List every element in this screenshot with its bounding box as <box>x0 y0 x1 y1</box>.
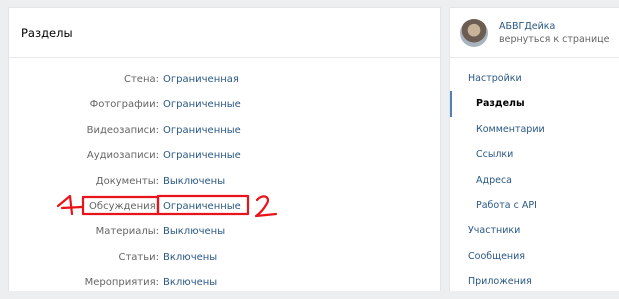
sidebar-item-label: Сообщения <box>468 250 526 262</box>
settings-rows: Стена: Ограниченная Фотографии: Ограниче… <box>9 70 440 299</box>
row-label: Мероприятия: <box>84 277 159 289</box>
wall-value-link[interactable]: Ограниченная <box>163 74 239 85</box>
sidebar-item-messages[interactable]: Сообщения <box>450 244 619 269</box>
row-events: Мероприятия: Включены <box>9 273 440 298</box>
row-label: Аудиозаписи: <box>86 150 159 162</box>
row-label: Стена: <box>124 74 159 85</box>
articles-value-link[interactable]: Включены <box>163 252 217 263</box>
sidebar-menu: Настройки Разделы Комментарии Ссылки Адр… <box>450 66 619 295</box>
row-audio: Аудиозаписи: Ограниченные <box>9 146 440 171</box>
row-photos: Фотографии: Ограниченные <box>9 95 440 120</box>
profile-header: АБВГДейка вернуться к странице <box>450 8 619 58</box>
videos-value-link[interactable]: Ограниченные <box>163 125 241 136</box>
events-value-link[interactable]: Включены <box>163 277 217 288</box>
sidebar-item-sections[interactable]: Разделы <box>450 91 619 117</box>
sidebar-item-label: Комментарии <box>476 123 545 135</box>
sidebar-item-comments[interactable]: Комментарии <box>450 117 619 142</box>
sidebar-item-label: Приложения <box>468 276 532 288</box>
row-label: Фотографии: <box>89 99 159 111</box>
page-title: Разделы <box>21 25 73 40</box>
photos-value-link[interactable]: Ограниченные <box>163 99 241 110</box>
row-wall: Стена: Ограниченная <box>9 70 440 95</box>
audio-value-link[interactable]: Ограниченные <box>163 150 241 161</box>
sidebar-item-label: Настройки <box>468 73 522 84</box>
row-materials: Материалы: Выключены <box>9 222 440 247</box>
sidebar-item-api[interactable]: Работа с API <box>450 193 619 218</box>
row-articles: Статьи: Включены <box>9 248 440 273</box>
row-discussions: Обсуждения: Ограниченные <box>9 197 440 222</box>
discussions-value-link[interactable]: Ограниченные <box>163 201 241 212</box>
panel-header: Разделы <box>9 8 440 58</box>
row-documents: Документы: Выключены <box>9 172 440 197</box>
row-label: Статьи: <box>118 251 159 263</box>
sidebar-item-settings[interactable]: Настройки <box>450 66 619 91</box>
materials-value-link[interactable]: Выключены <box>163 226 225 237</box>
settings-panel: Разделы Стена: Ограниченная Фотографии: … <box>8 7 441 291</box>
sidebar-item-members[interactable]: Участники <box>450 218 619 243</box>
row-label: Документы: <box>95 175 159 187</box>
row-label: Видеозаписи: <box>86 124 159 136</box>
back-to-page-link[interactable]: вернуться к странице <box>499 34 609 45</box>
sidebar-item-label: Работа с API <box>476 199 537 211</box>
profile-name-link[interactable]: АБВГДейка <box>499 21 555 32</box>
row-videos: Видеозаписи: Ограниченные <box>9 121 440 146</box>
sidebar-item-label: Разделы <box>476 98 525 110</box>
row-label: Обсуждения: <box>89 200 159 212</box>
sidebar-item-addresses[interactable]: Адреса <box>450 168 619 193</box>
row-label: Материалы: <box>95 226 159 238</box>
sidebar: АБВГДейка вернуться к странице Настройки… <box>449 7 619 291</box>
avatar[interactable] <box>460 19 488 47</box>
sidebar-item-label: Ссылки <box>476 149 514 161</box>
documents-value-link[interactable]: Выключены <box>163 176 225 187</box>
sidebar-item-links[interactable]: Ссылки <box>450 142 619 167</box>
sidebar-item-label: Участники <box>468 225 521 237</box>
sidebar-item-label: Адреса <box>476 174 512 186</box>
